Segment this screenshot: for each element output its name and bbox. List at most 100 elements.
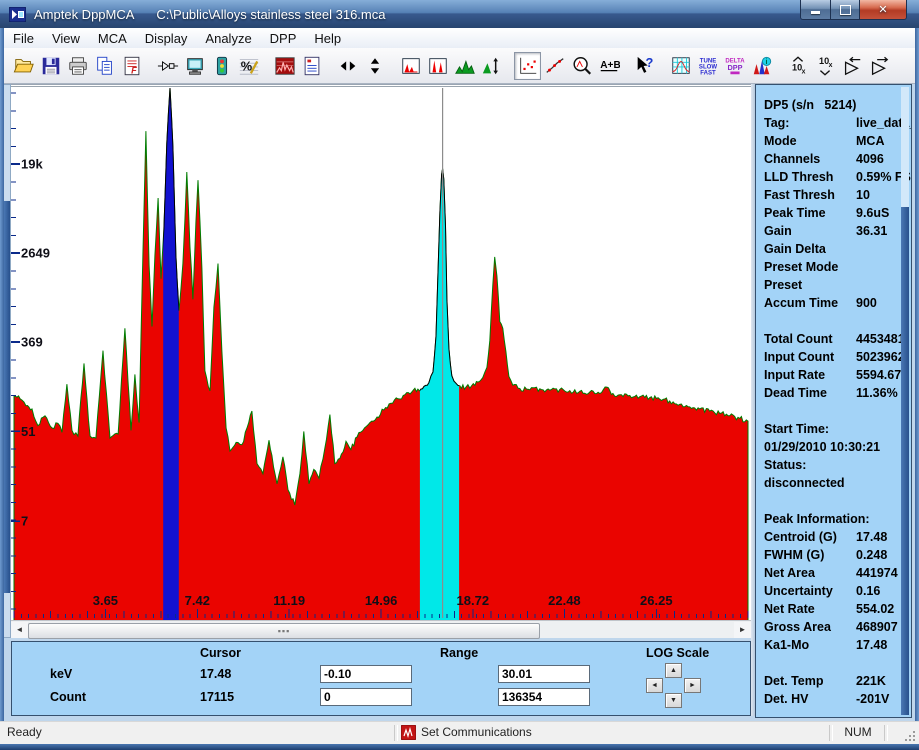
mca-grid-button[interactable]: [667, 52, 694, 80]
count-label: Count: [50, 690, 86, 704]
scroll-right-arrow[interactable]: ►: [734, 622, 751, 638]
range-kev-low-input[interactable]: [320, 665, 412, 683]
zoom-region-button[interactable]: [397, 52, 424, 80]
spectrum-area[interactable]: [14, 88, 748, 621]
info-row: DP5 (s/n 5214): [764, 96, 897, 114]
plot-points-icon: [517, 55, 539, 77]
plot-points-button[interactable]: [514, 52, 541, 80]
scale-10x-up-button[interactable]: 10x: [784, 52, 811, 80]
menu-dpp[interactable]: DPP: [261, 30, 306, 47]
pan-horizontal-icon: [337, 55, 359, 77]
delta-dpp-button[interactable]: DELTADPP: [721, 52, 748, 80]
range-count-low-input[interactable]: [320, 688, 412, 706]
range-header: Range: [440, 646, 478, 660]
peak-info-button[interactable]: i: [748, 52, 775, 80]
menu-mca[interactable]: MCA: [89, 30, 136, 47]
minimize-button[interactable]: [800, 0, 831, 20]
range-kev-high-input[interactable]: [498, 665, 590, 683]
cursor-header: Cursor: [200, 646, 241, 660]
context-help-button[interactable]: ?: [631, 52, 658, 80]
peaks-view-button[interactable]: [451, 52, 478, 80]
gain-left-button[interactable]: [838, 52, 865, 80]
spectrum-display-button[interactable]: [271, 52, 298, 80]
info-row: Status:: [764, 456, 897, 474]
menu-display[interactable]: Display: [136, 30, 197, 47]
info-gap: [764, 312, 897, 330]
scale-down-button[interactable]: ▼: [665, 693, 682, 708]
app-icon: [9, 7, 26, 22]
info-row: Dead Time11.36%: [764, 384, 897, 402]
calibrate-line-button[interactable]: [541, 52, 568, 80]
info-row: Input Rate5594.67: [764, 366, 897, 384]
peak-vertical-scale-button[interactable]: [478, 52, 505, 80]
window-frame-left: [0, 28, 4, 744]
mca-grid-icon: [670, 55, 692, 77]
info-panel-scrollbar[interactable]: [901, 87, 909, 715]
x-axis-tick-label: 3.65: [93, 593, 118, 608]
info-row: Start Time:: [764, 420, 897, 438]
delta-dpp-icon: DELTADPP: [724, 55, 746, 77]
spectrum-chart[interactable]: 3.657.4211.1914.9618.7222.4826.2519k2649…: [11, 86, 751, 621]
app-window: Amptek DppMCA C:\Public\Alloys stainless…: [0, 0, 919, 750]
svg-text:?: ?: [645, 55, 653, 70]
scroll-left-arrow[interactable]: ◄: [11, 622, 28, 638]
x-axis-tick-label: 11.19: [273, 593, 305, 608]
connect-device-button[interactable]: [181, 52, 208, 80]
dead-time-percent-button[interactable]: %: [235, 52, 262, 80]
zoom-peak-button[interactable]: [568, 52, 595, 80]
title-bar[interactable]: Amptek DppMCA C:\Public\Alloys stainless…: [0, 0, 919, 28]
gain-right-button[interactable]: [865, 52, 892, 80]
x-axis-tick-label: 18.72: [457, 593, 490, 608]
info-row: disconnected: [764, 474, 897, 492]
a-plus-b-button[interactable]: A+B: [595, 52, 622, 80]
copy-button[interactable]: [91, 52, 118, 80]
horizontal-scrollbar[interactable]: ◄ ▪▪▪ ►: [11, 620, 751, 638]
window-file-path: C:\Public\Alloys stainless steel 316.mca: [156, 7, 385, 22]
print-button[interactable]: [64, 52, 91, 80]
horizontal-scrollbar-thumb[interactable]: ▪▪▪: [28, 623, 540, 639]
status-message: Set Communications: [421, 725, 532, 739]
vertical-scale-scrollbar[interactable]: [3, 84, 11, 638]
info-row: Net Rate554.02: [764, 600, 897, 618]
save-file-button[interactable]: [37, 52, 64, 80]
toolbar: F% A+B? TUNESLOWFASTDELTADPPi 10x10x: [4, 48, 915, 84]
info-gap: [764, 654, 897, 672]
start-stop-traffic-button[interactable]: [208, 52, 235, 80]
info-row: Fast Thresh10: [764, 186, 897, 204]
menu-file[interactable]: File: [4, 30, 43, 47]
maximize-icon: [840, 5, 851, 15]
info-scrollbar-thumb[interactable]: [901, 207, 909, 715]
context-help-icon: ?: [634, 55, 656, 77]
range-count-high-input[interactable]: [498, 688, 590, 706]
scale-vertical-icon: [364, 55, 386, 77]
scale-right-button[interactable]: ►: [684, 678, 701, 693]
status-ready: Ready: [7, 725, 42, 739]
scale-10x-down-button[interactable]: 10x: [811, 52, 838, 80]
a-plus-b-icon: A+B: [598, 55, 620, 77]
panel-splitter[interactable]: [751, 84, 755, 716]
copy-icon: [94, 55, 116, 77]
info-rows: DP5 (s/n 5214)Tag:live_data_ModeMCAChann…: [764, 96, 897, 708]
status-divider: [829, 725, 833, 741]
scale-up-button[interactable]: ▲: [665, 663, 682, 678]
full-view-button[interactable]: [424, 52, 451, 80]
menu-analyze[interactable]: Analyze: [196, 30, 260, 47]
svg-text:10: 10: [791, 62, 801, 72]
menu-view[interactable]: View: [43, 30, 89, 47]
vertical-scrollbar-thumb[interactable]: [4, 201, 10, 593]
tune-slow-fast-button[interactable]: TUNESLOWFAST: [694, 52, 721, 80]
scale-left-button[interactable]: ◄: [646, 678, 663, 693]
open-file-button[interactable]: [10, 52, 37, 80]
maximize-button[interactable]: [831, 0, 860, 20]
acquisition-gate-button[interactable]: [154, 52, 181, 80]
scale-vertical-button[interactable]: [361, 52, 388, 80]
close-button[interactable]: ✕: [860, 0, 907, 20]
num-lock-indicator: NUM: [838, 725, 878, 739]
acquisition-setup-list-button[interactable]: [298, 52, 325, 80]
resize-grip-icon[interactable]: [903, 729, 917, 743]
info-row: Peak Information:: [764, 510, 897, 528]
menu-help[interactable]: Help: [305, 30, 350, 47]
report-button[interactable]: F: [118, 52, 145, 80]
svg-text:DPP: DPP: [727, 63, 742, 72]
pan-horizontal-button[interactable]: [334, 52, 361, 80]
